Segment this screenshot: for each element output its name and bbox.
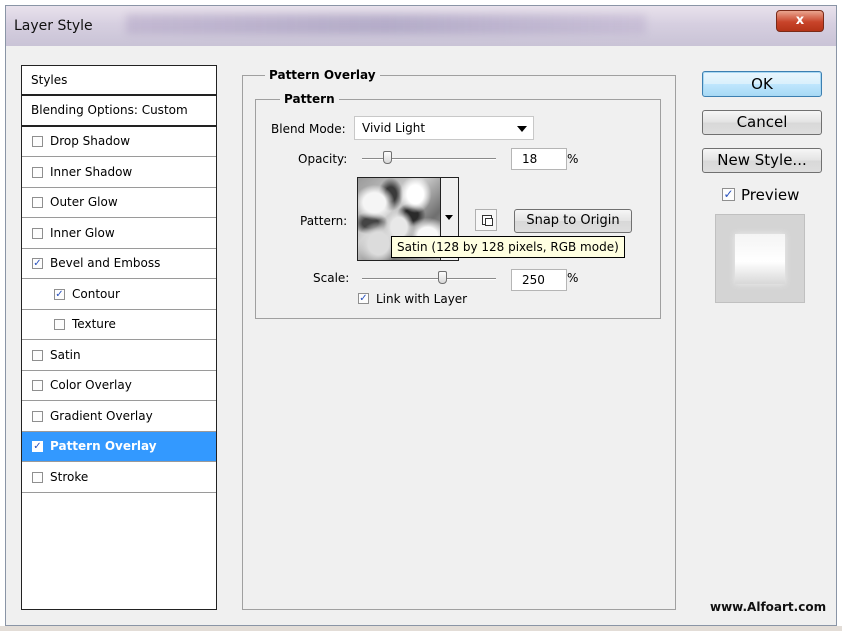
styles-header[interactable]: Styles bbox=[22, 66, 216, 96]
style-item-label: Bevel and Emboss bbox=[50, 256, 161, 270]
pattern-label: Pattern: bbox=[300, 214, 348, 228]
style-item-label: Contour bbox=[72, 286, 120, 301]
style-item-label: Pattern Overlay bbox=[50, 439, 157, 453]
style-item-contour[interactable]: ✓ Contour bbox=[22, 280, 216, 310]
new-preset-icon-overlay bbox=[485, 218, 493, 226]
style-item-color-overlay[interactable]: Color Overlay bbox=[22, 371, 216, 401]
style-item-label: Gradient Overlay bbox=[50, 408, 153, 423]
style-item-texture[interactable]: Texture bbox=[22, 310, 216, 340]
ok-button[interactable]: OK bbox=[702, 71, 822, 97]
style-item-checkbox[interactable] bbox=[54, 319, 65, 330]
title-bar[interactable]: Layer Style x bbox=[6, 6, 836, 46]
blend-mode-value: Vivid Light bbox=[362, 121, 426, 135]
dialog-title: Layer Style bbox=[14, 18, 93, 34]
preview-check[interactable]: ✓ bbox=[722, 188, 735, 201]
style-item-checkbox[interactable] bbox=[32, 197, 43, 208]
style-item-checkbox[interactable] bbox=[32, 471, 43, 483]
scale-value: 250 bbox=[522, 273, 545, 287]
style-item-label: Drop Shadow bbox=[50, 134, 131, 148]
new-style-button[interactable]: New Style... bbox=[702, 148, 822, 173]
scale-unit: % bbox=[567, 271, 579, 285]
style-item-checkbox[interactable] bbox=[32, 227, 43, 239]
style-item-checkbox[interactable] bbox=[32, 349, 43, 361]
new-style-label: New Style... bbox=[717, 151, 807, 169]
pattern-overlay-title: Pattern Overlay bbox=[265, 68, 380, 82]
preview-checkbox[interactable]: ✓ Preview bbox=[722, 186, 812, 204]
chevron-down-icon bbox=[517, 126, 527, 132]
cancel-label: Cancel bbox=[736, 113, 788, 131]
preview-label: Preview bbox=[741, 186, 800, 204]
watermark: www.Alfoart.com bbox=[710, 600, 827, 614]
blend-mode-select[interactable]: Vivid Light bbox=[354, 116, 534, 140]
style-item-stroke[interactable]: Stroke bbox=[22, 463, 216, 493]
style-item-label: Stroke bbox=[50, 469, 89, 484]
ok-label: OK bbox=[751, 75, 773, 93]
link-with-layer-check[interactable]: ✓ bbox=[358, 293, 369, 304]
link-with-layer-label: Link with Layer bbox=[376, 292, 468, 306]
opacity-slider-thumb[interactable] bbox=[383, 151, 392, 164]
bottom-edge bbox=[0, 626, 842, 631]
opacity-input[interactable]: 18 bbox=[511, 148, 567, 170]
style-item-checkbox[interactable] bbox=[32, 166, 43, 178]
style-item-label: Inner Glow bbox=[50, 225, 115, 240]
close-icon: x bbox=[795, 13, 805, 28]
pattern-tooltip-text: Satin (128 by 128 pixels, RGB mode) bbox=[397, 240, 619, 254]
opacity-value: 18 bbox=[522, 152, 538, 166]
chevron-down-icon bbox=[445, 215, 453, 220]
scale-slider-thumb[interactable] bbox=[438, 271, 447, 284]
snap-to-origin-button[interactable]: Snap to Origin bbox=[514, 209, 632, 233]
cancel-button[interactable]: Cancel bbox=[702, 110, 822, 135]
scale-label: Scale: bbox=[313, 271, 350, 285]
style-item-checkbox[interactable]: ✓ bbox=[32, 441, 43, 452]
close-button[interactable]: x bbox=[776, 10, 824, 32]
style-item-label: Satin bbox=[50, 347, 81, 362]
style-item-label: Texture bbox=[72, 317, 116, 331]
style-item-inner-glow[interactable]: Inner Glow bbox=[22, 219, 216, 249]
style-item-checkbox[interactable] bbox=[32, 136, 43, 147]
style-item-checkbox[interactable] bbox=[32, 380, 43, 391]
style-item-inner-shadow[interactable]: Inner Shadow bbox=[22, 158, 216, 188]
style-item-gradient-overlay[interactable]: Gradient Overlay bbox=[22, 402, 216, 432]
style-item-label: Inner Shadow bbox=[50, 164, 133, 179]
pattern-tooltip: Satin (128 by 128 pixels, RGB mode) bbox=[391, 236, 625, 258]
scale-slider-track[interactable] bbox=[362, 278, 496, 280]
style-item-outer-glow[interactable]: Outer Glow bbox=[22, 188, 216, 218]
snap-to-origin-label: Snap to Origin bbox=[526, 213, 620, 228]
styles-header-label: Styles bbox=[31, 73, 68, 87]
scale-input[interactable]: 250 bbox=[511, 269, 567, 291]
style-item-bevel-and-emboss[interactable]: ✓ Bevel and Emboss bbox=[22, 249, 216, 279]
styles-list: Styles Blending Options: Custom Drop Sha… bbox=[21, 65, 217, 610]
style-item-label: Outer Glow bbox=[50, 195, 118, 209]
style-item-checkbox[interactable]: ✓ bbox=[54, 288, 65, 300]
style-item-label: Color Overlay bbox=[50, 378, 132, 392]
style-item-satin[interactable]: Satin bbox=[22, 341, 216, 371]
style-preview-swatch bbox=[735, 234, 785, 284]
style-item-pattern-overlay[interactable]: ✓ Pattern Overlay bbox=[22, 432, 216, 462]
style-preview-thumbnail bbox=[715, 214, 805, 303]
style-item-checkbox[interactable] bbox=[32, 410, 43, 422]
new-preset-button[interactable] bbox=[475, 209, 497, 231]
opacity-label: Opacity: bbox=[298, 152, 348, 166]
blend-mode-label: Blend Mode: bbox=[271, 122, 346, 136]
style-item-checkbox[interactable]: ✓ bbox=[32, 258, 43, 269]
blurred-background bbox=[126, 14, 646, 34]
pattern-subgroup-title: Pattern bbox=[280, 92, 339, 106]
style-item-drop-shadow[interactable]: Drop Shadow bbox=[22, 127, 216, 157]
opacity-unit: % bbox=[567, 152, 579, 166]
blending-options-item[interactable]: Blending Options: Custom bbox=[22, 96, 216, 127]
link-with-layer-checkbox[interactable]: ✓ Link with Layer bbox=[358, 292, 488, 308]
blending-options-label: Blending Options: Custom bbox=[31, 103, 188, 117]
